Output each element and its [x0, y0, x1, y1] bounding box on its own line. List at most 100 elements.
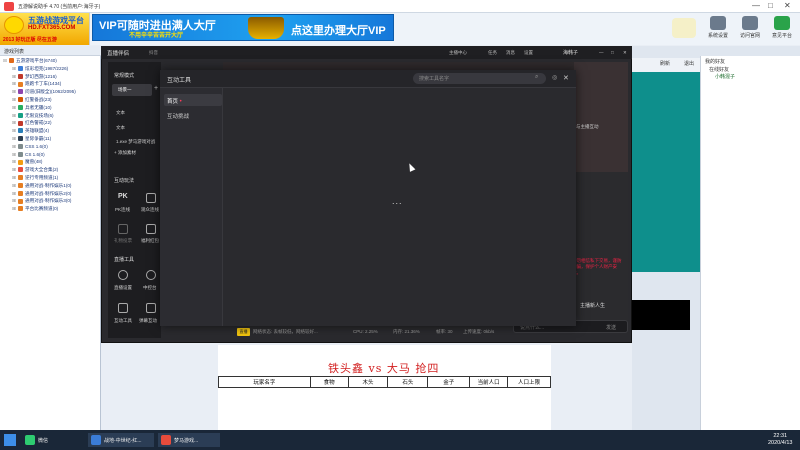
tree-item[interactable]: ⊞ CSS 1.6(0): [12, 144, 48, 151]
safety-warning: 请勿相信私下交易，谨防受骗，保护个人财产安全。: [572, 258, 622, 275]
maximize-button[interactable]: □: [768, 1, 773, 10]
close-button[interactable]: ✕: [784, 1, 791, 10]
friend-item[interactable]: 小韩混子: [715, 73, 735, 80]
red-packet-icon[interactable]: [146, 224, 156, 234]
feedback-button[interactable]: 意见平台: [766, 13, 798, 45]
tree-item[interactable]: ⊞ 红警备战(23): [12, 97, 52, 104]
game-icon: [9, 58, 14, 64]
pk-icon[interactable]: PK: [118, 193, 128, 203]
window-maximize[interactable]: □: [611, 50, 614, 55]
tree-item[interactable]: ⊞ 逆行专用频道(1): [12, 175, 58, 182]
live-badge: 直播: [237, 328, 250, 336]
taskbar-item-label: 梦马游戏...: [174, 438, 199, 444]
tree-item[interactable]: ⊞ 平台比赛频道(0): [12, 206, 58, 213]
tree-item[interactable]: ⊞ 星际争霸(11): [12, 136, 51, 143]
taskbar-item-game[interactable]: 战地-中世纪-红...: [88, 433, 154, 447]
pk-link-label[interactable]: PK连线: [115, 207, 130, 213]
source-text-2[interactable]: 文本: [116, 125, 125, 131]
settings-link[interactable]: 设置: [524, 50, 533, 56]
tree-item-label: 星际争霸(11): [25, 136, 52, 141]
add-source-button[interactable]: + 添加素材: [114, 150, 136, 156]
user-name[interactable]: 海韩子: [563, 49, 578, 56]
tree-item[interactable]: ⊞ 红色警戒(22): [12, 120, 52, 127]
red-packet-label[interactable]: 福利红包: [141, 238, 159, 244]
source-game[interactable]: 1.exe 梦马游戏对战: [116, 139, 155, 145]
mode-selector[interactable]: 常规模式: [114, 72, 134, 79]
dialog-close-button[interactable]: ✕: [563, 74, 569, 82]
tab-interactive-challenge[interactable]: 互动挑战: [164, 109, 222, 121]
logo-slogan: 2013 好玩正版 尽在五游: [3, 37, 57, 43]
dialog-sidebar: [160, 88, 223, 326]
tree-item[interactable]: ⊞ 通用对战-制作娱乐1(0): [12, 183, 71, 190]
tool-search-input[interactable]: 搜索工具名字 ⌕: [413, 73, 546, 84]
scene-tab[interactable]: 场景一: [112, 84, 152, 96]
tree-item-label: 红色警戒(22): [25, 120, 52, 126]
tree-item[interactable]: ⊞ 跑跑卡丁车(1434): [12, 81, 61, 88]
refresh-button[interactable]: 刷新: [660, 60, 670, 67]
tree-item-label: 问道(旧版全)(1062/2095): [25, 89, 76, 95]
audience-link-icon[interactable]: [146, 193, 156, 203]
taskbar-item-platform[interactable]: 梦马游戏...: [158, 433, 220, 447]
gift-vote-icon[interactable]: [118, 224, 128, 234]
send-button[interactable]: 发送: [606, 324, 616, 331]
exit-button[interactable]: 退出: [684, 60, 694, 67]
interactive-tools-icon[interactable]: [118, 303, 128, 313]
source-text-1[interactable]: 文本: [116, 110, 125, 116]
tree-item-label: 逆行专用频道(1): [25, 175, 59, 180]
taskbar-item-label: 战地-中世纪-红...: [104, 438, 142, 444]
network-status: 网络状态: 丢帧较低，网络较好...: [253, 329, 318, 334]
taskbar-item-wechat[interactable]: 微信: [22, 433, 82, 447]
audience-link-label[interactable]: 观众连线: [141, 207, 159, 213]
guest-name: 主播新人生: [580, 303, 606, 309]
visit-website-button[interactable]: 访问官网: [734, 13, 766, 45]
system-clock[interactable]: 22:31 2020/4/13: [768, 433, 792, 447]
live-settings-icon[interactable]: [118, 270, 128, 280]
tree-item[interactable]: ⊞ CS 1.6(0): [12, 152, 45, 159]
danmu-icon[interactable]: [146, 303, 156, 313]
star-icon[interactable]: [672, 18, 696, 38]
pin-icon[interactable]: ◎: [552, 74, 557, 81]
tree-item[interactable]: ⊞ 魔兽(48): [12, 159, 42, 166]
control-console-label[interactable]: 中控台: [143, 285, 157, 291]
tree-item-label: 梦幻西游(1216): [25, 73, 57, 79]
tree-item[interactable]: ⊟ 五游游戏平台(6740): [3, 58, 57, 65]
interactive-tools-label[interactable]: 互动工具: [114, 318, 132, 324]
game-icon: [18, 105, 23, 111]
anchor-center-link[interactable]: 主播中心: [449, 50, 467, 56]
vip-advertisement[interactable]: VIP可随时进出满人大厅 不用辛辛苦苦开大厅 点这里办理大厅VIP: [92, 14, 394, 41]
add-scene-button[interactable]: +: [154, 85, 158, 92]
friend-group[interactable]: 在线好友: [709, 66, 729, 73]
tool-search-placeholder: 搜索工具名字: [419, 76, 450, 82]
tasks-link[interactable]: 任务: [488, 50, 497, 56]
tree-item[interactable]: ⊞ 无限竞技场(6): [12, 113, 54, 120]
danmu-label[interactable]: 弹幕互动: [139, 318, 157, 324]
messages-link[interactable]: 消息: [506, 50, 515, 56]
game-icon: [18, 167, 23, 173]
tree-item[interactable]: ⊞ 通用对战-制作娱乐3(0): [12, 198, 71, 205]
game-icon: [18, 89, 23, 95]
tree-item[interactable]: ⊞ 兵者无疆(10): [12, 105, 52, 112]
platform-icon: [161, 435, 171, 445]
tree-item[interactable]: ⊞ 英雄联盟(4): [12, 128, 49, 135]
live-settings-label[interactable]: 直播设置: [114, 285, 132, 291]
column-header: 石头: [387, 376, 429, 388]
tree-item-label: 跑跑卡丁车(1434): [25, 81, 62, 87]
start-icon[interactable]: [4, 434, 16, 446]
gift-vote-label[interactable]: 礼物投票: [114, 238, 132, 244]
system-settings-button[interactable]: 系统设置: [702, 13, 734, 45]
window-close[interactable]: ✕: [623, 50, 627, 56]
tree-item[interactable]: ⊞ 通用对战-制作娱乐2(0): [12, 191, 71, 198]
platform-logo[interactable]: 五游战游戏平台 HD.FXT365.COM 2013 好玩正版 尽在五游: [0, 13, 90, 45]
tree-item[interactable]: ⊞ 炫彩坦克(1987/2226): [12, 66, 68, 73]
tab-home[interactable]: 首页 •: [164, 94, 222, 106]
tree-item[interactable]: ⊞ 游戏大全合集(2): [12, 167, 58, 174]
game-icon: [18, 175, 23, 181]
game-icon: [18, 120, 23, 126]
window-minimize[interactable]: —: [599, 50, 604, 55]
tree-item[interactable]: ⊞ 梦幻西游(1216): [12, 74, 57, 81]
wechat-icon: [25, 435, 35, 445]
control-console-icon[interactable]: [146, 270, 156, 280]
interaction-hint: 与主播互动: [576, 124, 599, 129]
tree-item[interactable]: ⊞ 问道(旧版全)(1062/2095): [12, 89, 76, 96]
minimize-button[interactable]: —: [752, 1, 760, 10]
